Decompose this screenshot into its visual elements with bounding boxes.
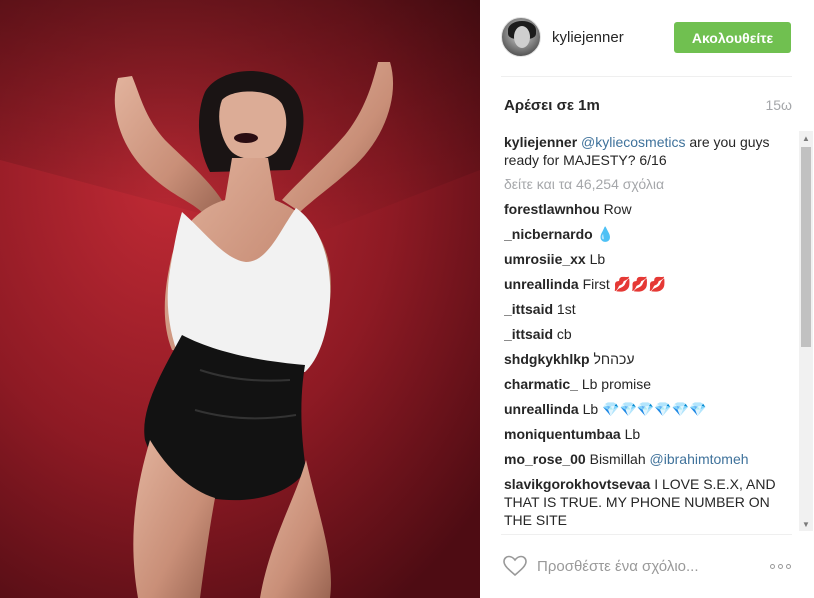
comment-text: Lb (624, 426, 641, 442)
follow-button[interactable]: Ακολουθείτε (674, 22, 791, 53)
comment-username[interactable]: _ittsaid (504, 301, 553, 317)
heart-icon[interactable] (502, 555, 528, 577)
comment-username[interactable]: shdgkykhlkp (504, 351, 590, 367)
post-caption: kyliejenner @kyliecosmetics are you guys… (504, 133, 796, 169)
scroll-down-arrow-icon[interactable]: ▼ (799, 517, 813, 531)
comment-username[interactable]: _nicbernardo (504, 226, 593, 242)
comment-mention[interactable]: @ibrahimtomeh (650, 451, 749, 467)
comment-item: shdgkykhlkp עכהחל (504, 350, 796, 368)
comment-username[interactable]: charmatic_ (504, 376, 578, 392)
comments-scrollbar[interactable]: ▲ ▼ (799, 131, 813, 531)
comment-item: moniquentumbaa Lb (504, 425, 796, 443)
comment-item: slavikgorokhovtsevaa I LOVE S.E.X, AND T… (504, 475, 796, 529)
comment-username[interactable]: unreallinda (504, 276, 579, 292)
comment-item: forestlawnhou Row (504, 200, 796, 218)
view-all-comments-link[interactable]: δείτε και τα 46,254 σχόλια (504, 175, 796, 193)
comment-username[interactable]: unreallinda (504, 401, 579, 417)
comment-text: עכהחל (593, 351, 635, 367)
comment-text: Lb promise (581, 376, 652, 392)
comment-item: _ittsaid 1st (504, 300, 796, 318)
avatar[interactable] (501, 17, 541, 57)
comment-item: umrosiie_xx Lb (504, 250, 796, 268)
add-comment-input[interactable] (537, 555, 757, 577)
comment-item: _nicbernardo 💧 (504, 225, 796, 243)
post-photo[interactable] (0, 0, 480, 598)
scrollbar-thumb[interactable] (801, 147, 811, 347)
comment-text: Lb 💎💎💎💎💎💎 (582, 401, 707, 417)
comment-item: mo_rose_00 Bismillah @ibrahimtomeh (504, 450, 796, 468)
comment-text: First 💋💋💋 (582, 276, 666, 292)
dot-icon (785, 563, 791, 569)
comment-item: charmatic_ Lb promise (504, 375, 796, 393)
post-details-panel: kyliejenner Ακολουθείτε Αρέσει σε 1m 15ω… (480, 0, 814, 598)
username-link[interactable]: kyliejenner (552, 29, 624, 46)
scroll-up-arrow-icon[interactable]: ▲ (799, 131, 813, 145)
post-footer (480, 535, 814, 598)
comment-username[interactable]: slavikgorokhovtsevaa (504, 476, 650, 492)
dot-icon (777, 563, 783, 569)
photo-image (0, 0, 480, 598)
caption-username[interactable]: kyliejenner (504, 134, 577, 150)
caption-mention[interactable]: @kyliecosmetics (581, 134, 685, 150)
comment-item: unreallinda First 💋💋💋 (504, 275, 796, 293)
comment-text: 1st (556, 301, 576, 317)
comment-text: Bismillah (589, 451, 646, 467)
divider (501, 76, 792, 77)
comment-username[interactable]: _ittsaid (504, 326, 553, 342)
comment-username[interactable]: mo_rose_00 (504, 451, 586, 467)
comment-text: Lb (589, 251, 606, 267)
likes-count[interactable]: Αρέσει σε 1m (504, 97, 600, 114)
comment-text: cb (556, 326, 572, 342)
avatar-face (514, 26, 530, 48)
comment-text: Row (603, 201, 632, 217)
post-header: kyliejenner Ακολουθείτε (480, 0, 814, 76)
comments-list[interactable]: kyliejenner @kyliecosmetics are you guys… (504, 133, 796, 531)
comment-username[interactable]: moniquentumbaa (504, 426, 621, 442)
comment-username[interactable]: forestlawnhou (504, 201, 600, 217)
comment-item: _ittsaid cb (504, 325, 796, 343)
post-timestamp[interactable]: 15ω (765, 97, 792, 113)
more-options-icon[interactable] (767, 555, 793, 577)
comment-username[interactable]: umrosiie_xx (504, 251, 586, 267)
comment-item: unreallinda Lb 💎💎💎💎💎💎 (504, 400, 796, 418)
comment-text: 💧 (596, 226, 615, 242)
dot-icon (769, 563, 775, 569)
